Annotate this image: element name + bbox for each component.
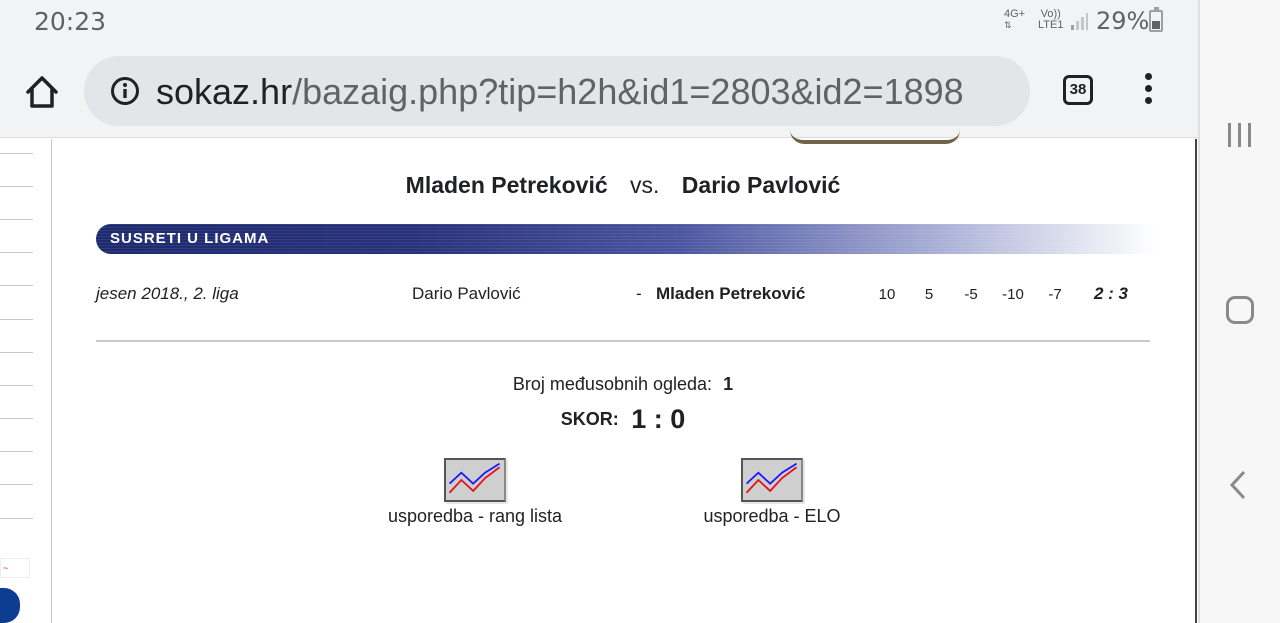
player1-name[interactable]: Mladen Petreković bbox=[406, 172, 608, 198]
set-score: -7 bbox=[1048, 286, 1062, 303]
line-chart-icon[interactable] bbox=[444, 458, 506, 502]
url-path: /bazaig.php?tip=h2h&id1=2803&id2=1898 bbox=[292, 71, 964, 112]
tab-switcher-button[interactable]: 38 bbox=[1063, 75, 1093, 105]
score-value: 1 : 0 bbox=[631, 404, 686, 434]
match-home-player[interactable]: Dario Pavlović bbox=[412, 284, 521, 304]
info-icon[interactable] bbox=[110, 76, 140, 106]
divider bbox=[96, 340, 1150, 342]
volte-indicator: Vo)) LTE1 bbox=[1038, 9, 1063, 31]
header-image-edge bbox=[790, 130, 960, 144]
recent-apps-icon[interactable] bbox=[1226, 122, 1254, 148]
compare-rank-label[interactable]: usporedba - rang lista bbox=[376, 506, 574, 527]
battery-percent: 29% bbox=[1096, 7, 1150, 35]
system-nav-bar bbox=[1198, 0, 1280, 623]
url-text[interactable]: sokaz.hr/bazaig.php?tip=h2h&id1=2803&id2… bbox=[156, 71, 964, 113]
sidebar-divider bbox=[0, 518, 33, 519]
match-away-player[interactable]: Mladen Petreković bbox=[656, 284, 805, 304]
status-bar: 20:23 4G+ ⇅ Vo)) LTE1 29% bbox=[0, 0, 1198, 44]
sidebar-badge[interactable]: ~ bbox=[0, 558, 30, 578]
match-season: jesen 2018., 2. liga bbox=[96, 284, 239, 303]
set-score: -10 bbox=[1002, 286, 1024, 303]
volte-bottom-label: LTE1 bbox=[1038, 19, 1064, 31]
sidebar-divider bbox=[0, 319, 33, 320]
compare-rank-link[interactable]: usporedba - rang lista bbox=[376, 458, 574, 527]
wifi-arrows-icon: ⇅ bbox=[1004, 20, 1012, 30]
match-row: jesen 2018., 2. liga Dario Pavlović - Ml… bbox=[0, 284, 1195, 310]
url-domain: sokaz.hr bbox=[156, 71, 293, 112]
signal-strength-icon bbox=[1071, 13, 1088, 30]
home-icon[interactable] bbox=[22, 72, 62, 112]
player2-name[interactable]: Dario Pavlović bbox=[682, 172, 841, 198]
meetings-count: 1 bbox=[723, 374, 734, 394]
sidebar-divider bbox=[0, 352, 33, 353]
score-summary: SKOR: 1 : 0 bbox=[0, 404, 1246, 435]
back-icon[interactable] bbox=[1228, 470, 1248, 500]
set-score: -5 bbox=[964, 286, 978, 303]
address-bar[interactable]: sokaz.hr/bazaig.php?tip=h2h&id1=2803&id2… bbox=[84, 56, 1030, 126]
vs-label: vs. bbox=[630, 172, 660, 198]
section-title: SUSRETI U LIGAMA bbox=[110, 230, 270, 247]
compare-elo-link[interactable]: usporedba - ELO bbox=[696, 458, 848, 527]
browser-toolbar: sokaz.hr/bazaig.php?tip=h2h&id1=2803&id2… bbox=[0, 44, 1198, 138]
meetings-summary: Broj međusobnih ogleda: 1 bbox=[0, 374, 1246, 395]
battery-icon bbox=[1149, 7, 1163, 32]
nav-home-icon[interactable] bbox=[1226, 296, 1254, 324]
sidebar-divider bbox=[0, 252, 33, 253]
sidebar-divider bbox=[0, 451, 33, 452]
match-result: 2 : 3 bbox=[1094, 284, 1129, 303]
status-time: 20:23 bbox=[34, 7, 107, 36]
compare-elo-label[interactable]: usporedba - ELO bbox=[696, 506, 848, 527]
line-chart-icon[interactable] bbox=[741, 458, 803, 502]
network-label: 4G+ bbox=[1004, 8, 1026, 20]
set-score: 10 bbox=[878, 286, 896, 303]
set-score: 5 bbox=[924, 286, 934, 303]
sidebar-divider bbox=[0, 219, 33, 220]
sidebar-divider bbox=[0, 484, 33, 485]
more-menu-icon[interactable] bbox=[1138, 70, 1158, 110]
meetings-label: Broj međusobnih ogleda: bbox=[512, 374, 713, 394]
score-label: SKOR: bbox=[560, 409, 619, 429]
head-to-head-title: Mladen Petreković vs. Dario Pavlović bbox=[0, 172, 1246, 199]
network-4g-indicator: 4G+ ⇅ bbox=[1004, 9, 1025, 31]
match-separator: - bbox=[636, 284, 642, 303]
section-header-bar: SUSRETI U LIGAMA bbox=[96, 224, 1156, 254]
sidebar-divider bbox=[0, 153, 33, 154]
